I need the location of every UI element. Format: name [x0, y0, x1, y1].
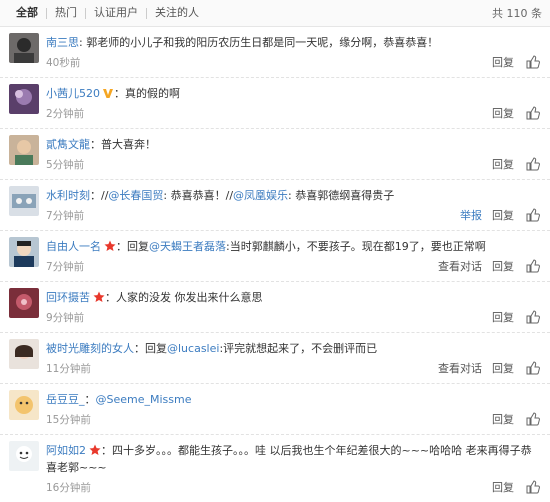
thumbs-up-icon[interactable]: [526, 106, 540, 120]
comment-item: 回环摄苦 ：人家的没发 你发出来什么意思 9分钟前 回复: [0, 282, 550, 333]
username-link[interactable]: 自由人一名: [46, 240, 101, 253]
username-link[interactable]: 阿如如2: [46, 444, 86, 457]
username-link[interactable]: 貳雋文龍: [46, 138, 90, 151]
comment-body: ：真的假的啊: [114, 87, 180, 100]
filter-tab-hot[interactable]: 热门: [47, 0, 85, 26]
reply-button[interactable]: 回复: [492, 156, 514, 172]
filter-tab-following[interactable]: 关注的人: [147, 0, 207, 26]
timestamp: 40秒前: [46, 56, 81, 69]
comment-item: 貳雋文龍：普大喜奔！ 5分钟前 回复: [0, 129, 550, 180]
avatar[interactable]: [9, 237, 39, 267]
timestamp: 5分钟前: [46, 158, 85, 171]
star-badge-icon: [104, 240, 116, 252]
comment-text: 岳豆豆_：@Seeme_Missme: [46, 391, 540, 408]
comment-body: ：四十多岁。。。都能生孩子。。。哇 以后我也生个年纪差很大的~~~哈哈哈 老来再…: [46, 444, 532, 474]
star-badge-icon: [93, 291, 105, 303]
comment-body: ：普大喜奔！: [90, 138, 156, 151]
thumbs-up-icon[interactable]: [526, 157, 540, 171]
username-link[interactable]: 水利时刻: [46, 189, 90, 202]
comment-text: 貳雋文龍：普大喜奔！: [46, 136, 540, 153]
username-link[interactable]: 岳豆豆_: [46, 393, 85, 406]
comment-body: ：人家的没发 你发出来什么意思: [105, 291, 263, 304]
comment-text: 被时光雕刻的女人：回复@lucaslei:评完就想起来了，不会删评而已: [46, 340, 540, 357]
avatar[interactable]: [9, 441, 39, 471]
comment-body: ：: [84, 393, 96, 406]
report-button[interactable]: 举报: [460, 207, 482, 223]
avatar[interactable]: [9, 135, 39, 165]
comment-text: 水利时刻：//@长春国贸: 恭喜恭喜！//@凤凰娱乐: 恭喜郭德纲喜得贵子: [46, 187, 540, 204]
comment-body: ：//: [90, 189, 109, 202]
username-link[interactable]: 南三思: [46, 36, 79, 49]
comment-count: 共 110 条: [492, 7, 542, 20]
avatar[interactable]: [9, 288, 39, 318]
thumbs-up-icon[interactable]: [526, 480, 540, 494]
comment-text: 阿如如2 ：四十多岁。。。都能生孩子。。。哇 以后我也生个年纪差很大的~~~哈哈哈…: [46, 442, 540, 476]
avatar[interactable]: [9, 186, 39, 216]
filter-bar: 全部 热门 认证用户 关注的人 共 110 条: [0, 0, 550, 27]
username-link[interactable]: 回环摄苦: [46, 291, 90, 304]
comment-text: 小茜儿520 ：真的假的啊: [46, 85, 540, 102]
view-thread-button[interactable]: 查看对话: [438, 258, 482, 274]
reply-button[interactable]: 回复: [492, 258, 514, 274]
comment-body: ：回复: [116, 240, 149, 253]
mention-link[interactable]: @长春国贸: [108, 189, 163, 202]
thumbs-up-icon[interactable]: [526, 55, 540, 69]
comment-body: : 恭喜恭喜！//: [163, 189, 234, 202]
comment-panel: 全部 热门 认证用户 关注的人 共 110 条 南三思: 郭老师的小儿子和我的阳…: [0, 0, 550, 494]
timestamp: 2分钟前: [46, 107, 85, 120]
comment-item: 自由人一名 ：回复@天蝎王者磊落:当时郭麒麟小，不要孩子。现在都19了，要也正常啊…: [0, 231, 550, 282]
star-badge-icon: [89, 444, 101, 456]
comment-item: 小茜儿520 ：真的假的啊 2分钟前 回复: [0, 78, 550, 129]
comment-body: :当时郭麒麟小，不要孩子。现在都19了，要也正常啊: [226, 240, 486, 253]
timestamp: 11分钟前: [46, 362, 91, 375]
comment-item: 被时光雕刻的女人：回复@lucaslei:评完就想起来了，不会删评而已 11分钟…: [0, 333, 550, 384]
avatar[interactable]: [9, 390, 39, 420]
comment-item: 阿如如2 ：四十多岁。。。都能生孩子。。。哇 以后我也生个年纪差很大的~~~哈哈哈…: [0, 435, 550, 502]
reply-button[interactable]: 回复: [492, 411, 514, 427]
view-thread-button[interactable]: 查看对话: [438, 360, 482, 376]
timestamp: 9分钟前: [46, 311, 85, 324]
thumbs-up-icon[interactable]: [526, 310, 540, 324]
comment-text: 南三思: 郭老师的小儿子和我的阳历农历生日都是同一天呢，缘分啊，恭喜恭喜！: [46, 34, 540, 51]
reply-button[interactable]: 回复: [492, 479, 514, 495]
username-link[interactable]: 小茜儿520: [46, 87, 100, 100]
reply-button[interactable]: 回复: [492, 309, 514, 325]
reply-button[interactable]: 回复: [492, 54, 514, 70]
reply-button[interactable]: 回复: [492, 207, 514, 223]
thumbs-up-icon[interactable]: [526, 412, 540, 426]
comment-body: :评完就想起来了，不会删评而已: [219, 342, 378, 355]
avatar[interactable]: [9, 84, 39, 114]
timestamp: 7分钟前: [46, 209, 85, 222]
mention-link[interactable]: @lucaslei: [167, 342, 219, 355]
comment-body: : 郭老师的小儿子和我的阳历农历生日都是同一天呢，缘分啊，恭喜恭喜！: [79, 36, 439, 49]
comment-body: ：回复: [134, 342, 167, 355]
comment-item: 水利时刻：//@长春国贸: 恭喜恭喜！//@凤凰娱乐: 恭喜郭德纲喜得贵子 7分…: [0, 180, 550, 231]
thumbs-up-icon[interactable]: [526, 259, 540, 273]
comment-text: 自由人一名 ：回复@天蝎王者磊落:当时郭麒麟小，不要孩子。现在都19了，要也正常啊: [46, 238, 540, 255]
comment-text: 回环摄苦 ：人家的没发 你发出来什么意思: [46, 289, 540, 306]
mention-link[interactable]: @凤凰娱乐: [233, 189, 288, 202]
avatar[interactable]: [9, 33, 39, 63]
timestamp: 16分钟前: [46, 481, 91, 494]
timestamp: 15分钟前: [46, 413, 91, 426]
comment-item: 岳豆豆_：@Seeme_Missme 15分钟前 回复: [0, 384, 550, 435]
mention-link[interactable]: @Seeme_Missme: [96, 393, 192, 406]
timestamp: 7分钟前: [46, 260, 85, 273]
username-link[interactable]: 被时光雕刻的女人: [46, 342, 134, 355]
mention-link[interactable]: @天蝎王者磊落: [149, 240, 226, 253]
reply-button[interactable]: 回复: [492, 360, 514, 376]
thumbs-up-icon[interactable]: [526, 361, 540, 375]
verified-badge-icon: [102, 87, 114, 99]
comment-item: 南三思: 郭老师的小儿子和我的阳历农历生日都是同一天呢，缘分啊，恭喜恭喜！ 40…: [0, 27, 550, 78]
reply-button[interactable]: 回复: [492, 105, 514, 121]
comment-body: : 恭喜郭德纲喜得贵子: [288, 189, 395, 202]
filter-tab-verified[interactable]: 认证用户: [86, 0, 146, 26]
avatar[interactable]: [9, 339, 39, 369]
filter-tab-all[interactable]: 全部: [8, 0, 46, 26]
thumbs-up-icon[interactable]: [526, 208, 540, 222]
